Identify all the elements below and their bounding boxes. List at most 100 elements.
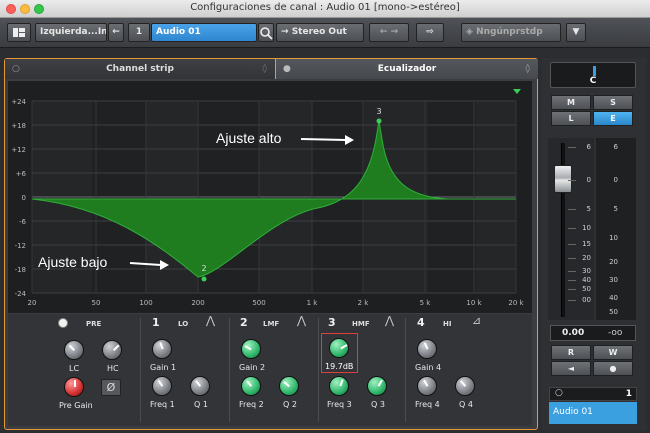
band3-gain-knob[interactable] bbox=[329, 338, 349, 358]
band2-gain-knob[interactable] bbox=[241, 339, 261, 359]
tab-equalizer-label: Ecualizador bbox=[377, 64, 437, 74]
hc-knob[interactable] bbox=[102, 340, 122, 360]
volume-fader-handle[interactable] bbox=[554, 165, 572, 193]
preset-selector[interactable]: ◈ Nngúnprstdp bbox=[461, 23, 561, 42]
prev-channel-button[interactable]: ← bbox=[108, 23, 124, 42]
arrow-right-icon: → bbox=[390, 27, 399, 37]
pan-control[interactable]: C bbox=[550, 62, 636, 88]
fader-scale-label: 00 bbox=[582, 296, 591, 304]
speaker-icon: ◄ bbox=[567, 364, 575, 373]
tab-settings-icon[interactable]: ◊ bbox=[526, 59, 530, 79]
fader-scale-label: 6 bbox=[586, 143, 591, 151]
record-button[interactable]: ● bbox=[593, 361, 633, 376]
db-tick-label: +6 bbox=[16, 170, 27, 178]
layout-button[interactable] bbox=[7, 23, 31, 42]
band4-q-knob[interactable] bbox=[455, 376, 475, 396]
tab-settings-icon[interactable]: ◊ bbox=[263, 59, 267, 79]
eq-graph[interactable]: +24 +18 +12 +6 0 -6 -12 -18 -2420 50 100 200 500 1 k 2… bbox=[8, 81, 532, 313]
band1-q-knob[interactable] bbox=[190, 376, 210, 396]
meter-scale-label: 40 bbox=[609, 294, 618, 302]
fader-tick bbox=[568, 258, 576, 259]
fader-tick bbox=[568, 271, 576, 272]
listen-button[interactable]: L bbox=[551, 111, 591, 126]
channel-name: Audio 01 bbox=[553, 407, 593, 417]
fader-readout: 0.00 -oo bbox=[550, 325, 636, 341]
fader-scale-label: 10 bbox=[582, 224, 591, 232]
annotation-high: Ajuste alto bbox=[216, 130, 282, 146]
input-routing-button[interactable]: Izquierda...In bbox=[35, 23, 107, 42]
band4-gain-knob[interactable] bbox=[417, 339, 437, 359]
channel-power-icon[interactable]: ○ bbox=[555, 388, 563, 398]
tab-channel-strip[interactable]: ○ Channel strip ◊ bbox=[5, 59, 275, 79]
band2-q-knob[interactable] bbox=[279, 376, 299, 396]
peak-value[interactable]: -oo bbox=[608, 328, 622, 338]
band4-number: 4 bbox=[417, 316, 425, 329]
power-icon[interactable]: ● bbox=[283, 59, 291, 79]
band2-freq-knob[interactable] bbox=[241, 376, 261, 396]
pan-indicator bbox=[593, 66, 596, 76]
chain-button[interactable]: ⇨ bbox=[416, 23, 444, 42]
phase-invert-button[interactable]: Ø bbox=[101, 379, 121, 396]
fader-scale-label: 20 bbox=[582, 254, 591, 262]
output-routing-button[interactable]: → Stereo Out bbox=[276, 23, 364, 42]
band1-freq-knob[interactable] bbox=[152, 376, 172, 396]
freq-tick-label: 50 bbox=[92, 299, 101, 307]
history-nav-button[interactable]: ← → bbox=[369, 23, 409, 42]
arrow-left-icon: ← bbox=[379, 27, 388, 37]
channel-number-field[interactable]: 1 bbox=[128, 23, 150, 42]
band2-q-label: Q 2 bbox=[283, 400, 297, 409]
channel-name-strip[interactable]: Audio 01 bbox=[549, 402, 637, 424]
band2-gain-label: Gain 2 bbox=[239, 363, 266, 372]
power-icon[interactable]: ○ bbox=[12, 59, 20, 79]
level-meter bbox=[596, 138, 636, 320]
pre-power-icon[interactable] bbox=[58, 318, 68, 328]
band3-q-knob[interactable] bbox=[367, 376, 387, 396]
divider bbox=[405, 318, 406, 422]
band4-q-label: Q 4 bbox=[459, 400, 473, 409]
pre-gain-knob[interactable] bbox=[64, 377, 84, 397]
band3-point-label: 3 bbox=[376, 107, 381, 116]
read-automation-button[interactable]: R bbox=[551, 345, 591, 360]
band3-freq-knob[interactable] bbox=[329, 376, 349, 396]
fader-value[interactable]: 0.00 bbox=[562, 328, 584, 338]
fader-tick bbox=[568, 244, 576, 245]
monitor-button[interactable]: ◄ bbox=[551, 361, 591, 376]
db-tick-label: -18 bbox=[15, 266, 26, 274]
arrow-right-icon: → bbox=[281, 27, 289, 37]
meter-scale-label: 20 bbox=[609, 258, 618, 266]
fader-scale-label: 0 bbox=[586, 176, 591, 184]
eq-curve-display[interactable]: +24 +18 +12 +6 0 -6 -12 -18 -24 20 50 100 200 500 1 k 2… bbox=[8, 81, 532, 313]
annotation-arrow bbox=[300, 138, 347, 141]
fader-tick bbox=[568, 300, 576, 301]
toolbar: Izquierda...In ← 1 Audio 01 → Stereo Out… bbox=[0, 18, 650, 48]
band3-shape-icon[interactable]: ⋀ bbox=[385, 314, 394, 327]
preset-icon: ◈ bbox=[466, 27, 473, 37]
band4-shape-icon[interactable]: ⊿ bbox=[472, 314, 481, 327]
fader-tick bbox=[568, 147, 576, 148]
channel-name-field[interactable]: Audio 01 bbox=[151, 23, 257, 42]
search-button[interactable] bbox=[258, 23, 274, 42]
solo-button[interactable]: S bbox=[593, 95, 633, 110]
chain-icon: ⇨ bbox=[426, 27, 434, 37]
menu-dropdown-button[interactable]: ▼ bbox=[566, 23, 586, 42]
phase-icon: Ø bbox=[106, 381, 116, 394]
band4-gain-label: Gain 4 bbox=[415, 363, 442, 372]
fader-tick bbox=[568, 289, 576, 290]
meter-scale-label: 50 bbox=[609, 308, 618, 316]
tab-equalizer[interactable]: ● Ecualizador ◊ bbox=[275, 59, 538, 79]
meter-scale-label: 10 bbox=[609, 234, 618, 242]
band1-shape-icon[interactable]: ⋀ bbox=[206, 314, 215, 327]
write-automation-button[interactable]: W bbox=[593, 345, 633, 360]
lc-knob[interactable] bbox=[64, 340, 84, 360]
band1-gain-label: Gain 1 bbox=[150, 363, 177, 372]
edit-button[interactable]: E bbox=[593, 111, 633, 126]
band1-gain-knob[interactable] bbox=[152, 339, 172, 359]
record-icon: ● bbox=[609, 364, 617, 373]
band4-freq-knob[interactable] bbox=[417, 376, 437, 396]
layout-icon bbox=[13, 28, 25, 37]
divider bbox=[140, 318, 141, 422]
band3-number: 3 bbox=[328, 316, 336, 329]
band2-shape-icon[interactable]: ⋀ bbox=[297, 314, 306, 327]
mute-button[interactable]: M bbox=[551, 95, 591, 110]
freq-tick-label: 20 k bbox=[508, 299, 524, 307]
